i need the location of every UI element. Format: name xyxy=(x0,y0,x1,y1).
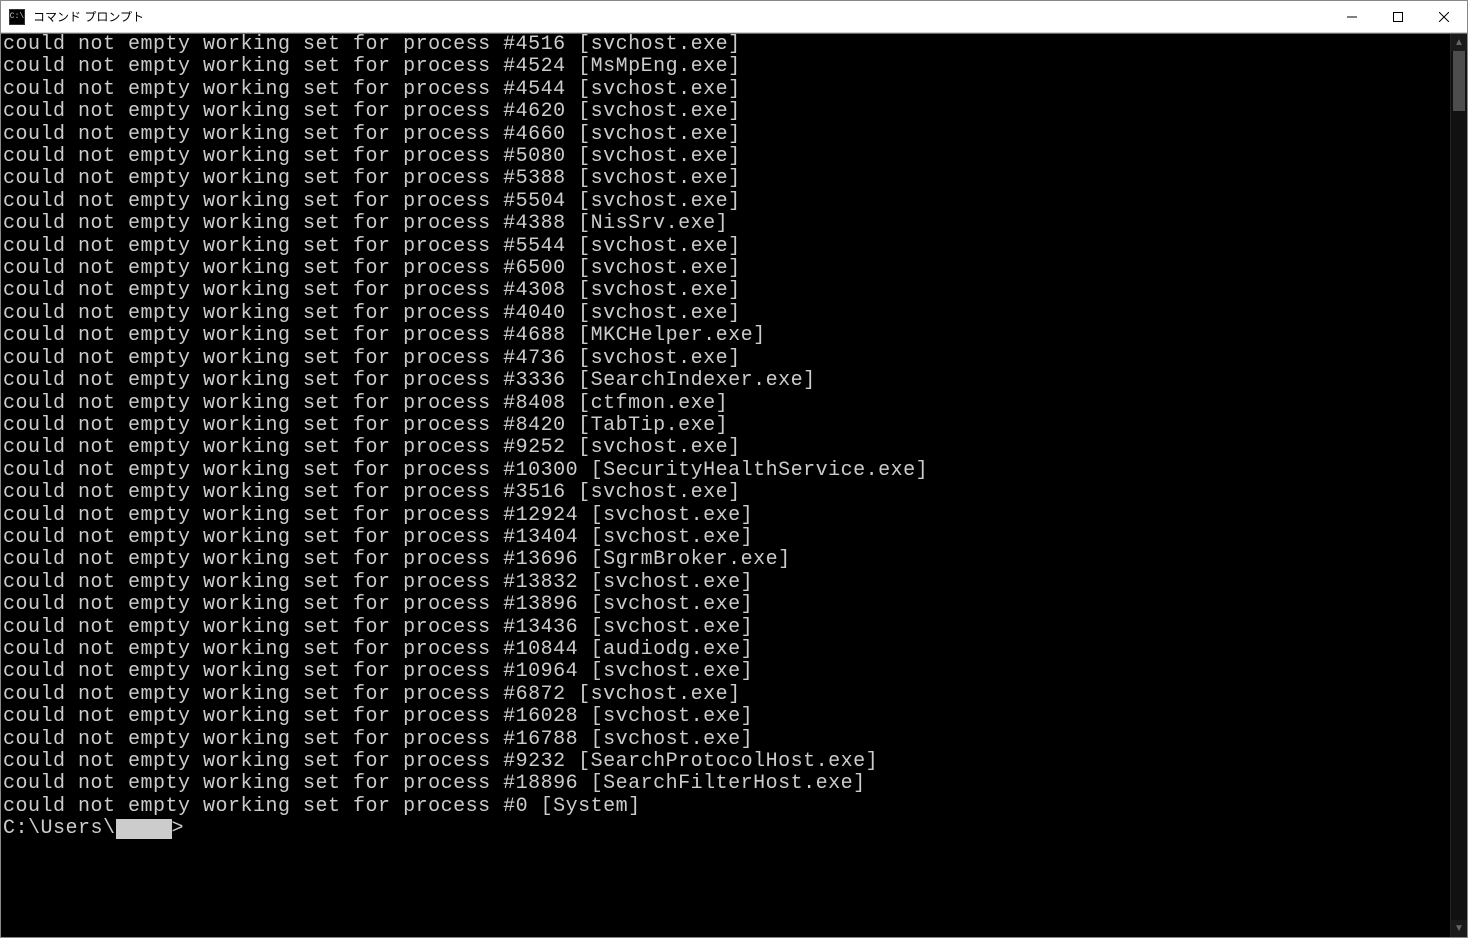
scroll-up-button[interactable]: ▲ xyxy=(1451,34,1467,51)
client-area: could not empty working set for process … xyxy=(1,33,1467,937)
app-icon: C:\ xyxy=(9,9,25,25)
window-title: コマンド プロンプト xyxy=(31,8,1329,25)
terminal-output[interactable]: could not empty working set for process … xyxy=(1,34,1450,937)
titlebar[interactable]: C:\ コマンド プロンプト xyxy=(1,1,1467,33)
app-icon-label: C:\ xyxy=(10,13,24,21)
terminal-text: could not empty working set for process … xyxy=(3,34,1450,818)
vertical-scrollbar[interactable]: ▲ ▼ xyxy=(1450,34,1467,937)
command-prompt-window: C:\ コマンド プロンプト could not empty working s… xyxy=(0,0,1468,938)
scroll-track[interactable] xyxy=(1451,51,1467,920)
prompt-suffix: > xyxy=(172,818,185,840)
minimize-button[interactable] xyxy=(1329,1,1375,32)
prompt-path-prefix: C:\Users\ xyxy=(3,818,116,840)
redacted-username xyxy=(116,819,172,839)
prompt-line: C:\Users\ > xyxy=(3,818,1450,840)
close-button[interactable] xyxy=(1421,1,1467,32)
scroll-down-button[interactable]: ▼ xyxy=(1451,920,1467,937)
window-controls xyxy=(1329,1,1467,32)
maximize-button[interactable] xyxy=(1375,1,1421,32)
scroll-thumb[interactable] xyxy=(1453,51,1465,111)
